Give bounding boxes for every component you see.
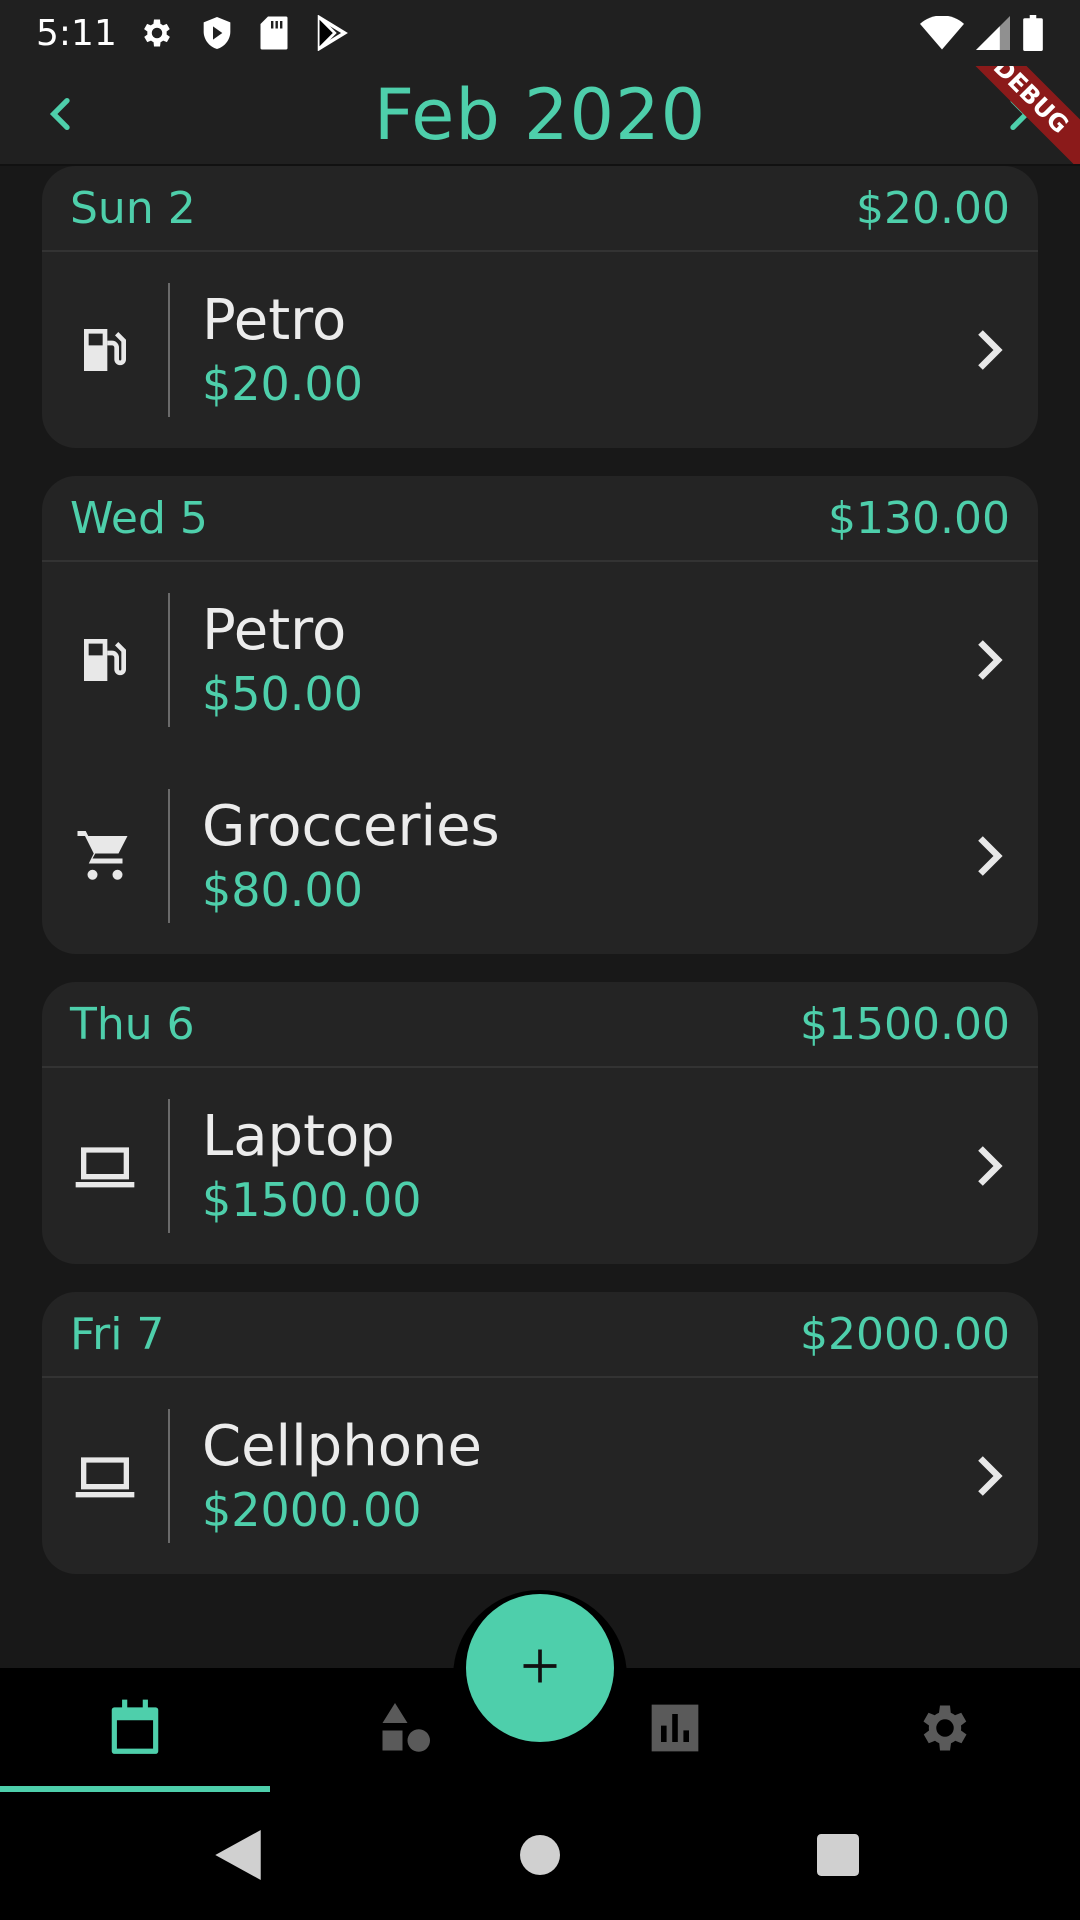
day-header: Fri 7 $2000.00 [42,1292,1038,1378]
transaction-row[interactable]: Laptop $1500.00 [42,1068,1038,1264]
month-title: Feb 2020 [373,74,707,156]
transaction-name: Petro [202,598,347,663]
chevron-right-icon [958,826,1018,886]
plus-icon [518,1644,562,1692]
row-divider [168,283,170,417]
chevron-right-icon [958,630,1018,690]
chevron-right-icon [958,1136,1018,1196]
row-divider [168,789,170,923]
transaction-name: Grocceries [202,794,500,859]
gas-station-icon [42,562,168,758]
day-total: $2000.00 [800,1308,1010,1360]
recents-button[interactable] [803,1822,873,1892]
gear-icon [915,1698,975,1762]
add-transaction-button[interactable] [466,1594,614,1742]
back-button[interactable] [203,1822,273,1892]
status-time: 5:11 [36,12,117,54]
app-bar: Feb 2020 DEBUG [0,66,1080,166]
transaction-row[interactable]: Petro $20.00 [42,252,1038,448]
system-nav-bar [0,1792,1080,1920]
day-header: Sun 2 $20.00 [42,166,1038,252]
recents-icon [817,1834,859,1880]
transaction-amount: $1500.00 [202,1173,422,1227]
day-card: Thu 6 $1500.00 Laptop $1500.00 [42,982,1038,1264]
laptop-icon [42,1378,168,1574]
day-total: $1500.00 [800,998,1010,1050]
signal-icon [976,16,1010,50]
chevron-right-icon [958,1446,1018,1506]
status-bar: 5:11 [0,0,1080,66]
transaction-name: Cellphone [202,1414,482,1479]
chevron-right-icon [958,320,1018,380]
shopping-cart-icon [42,758,168,954]
nav-calendar[interactable] [0,1668,270,1792]
gas-station-icon [42,252,168,448]
transaction-amount: $50.00 [202,667,363,721]
day-label: Fri 7 [70,1308,165,1360]
shield-icon [201,15,233,51]
categories-icon [375,1698,435,1762]
day-card: Fri 7 $2000.00 Cellphone $2000.00 [42,1292,1038,1574]
day-total: $20.00 [856,182,1010,234]
calendar-icon [104,1697,166,1763]
transaction-row[interactable]: Grocceries $80.00 [42,758,1038,954]
status-icons-right [920,15,1044,51]
transaction-amount: $80.00 [202,863,363,917]
day-header: Thu 6 $1500.00 [42,982,1038,1068]
transaction-row[interactable]: Cellphone $2000.00 [42,1378,1038,1574]
nav-settings[interactable] [810,1668,1080,1792]
bar-chart-icon [647,1700,703,1760]
transaction-text: Petro $50.00 [202,597,1038,723]
transaction-row[interactable]: Petro $50.00 [42,562,1038,758]
day-label: Thu 6 [70,998,195,1050]
chevron-left-icon [42,94,82,138]
gear-icon [139,15,175,51]
transaction-text: Grocceries $80.00 [202,793,1038,919]
day-card: Sun 2 $20.00 Petro $20.00 [42,166,1038,448]
wifi-icon [920,16,964,50]
transaction-text: Cellphone $2000.00 [202,1413,1038,1539]
row-divider [168,593,170,727]
day-total: $130.00 [828,492,1010,544]
transaction-text: Petro $20.00 [202,287,1038,413]
back-icon [215,1830,261,1884]
day-card: Wed 5 $130.00 Petro $50.00 Grocceries $8… [42,476,1038,954]
sd-card-icon [259,15,289,51]
home-button[interactable] [505,1822,575,1892]
day-header: Wed 5 $130.00 [42,476,1038,562]
previous-month-button[interactable] [30,84,94,148]
transaction-amount: $2000.00 [202,1483,422,1537]
laptop-icon [42,1068,168,1264]
home-icon [520,1835,560,1879]
play-store-icon [315,15,349,51]
row-divider [168,1099,170,1233]
transaction-text: Laptop $1500.00 [202,1103,1038,1229]
row-divider [168,1409,170,1543]
transaction-amount: $20.00 [202,357,363,411]
transaction-name: Petro [202,288,347,353]
day-label: Wed 5 [70,492,208,544]
day-label: Sun 2 [70,182,196,234]
status-icons-left [139,15,349,51]
battery-icon [1022,15,1044,51]
transaction-name: Laptop [202,1104,395,1169]
